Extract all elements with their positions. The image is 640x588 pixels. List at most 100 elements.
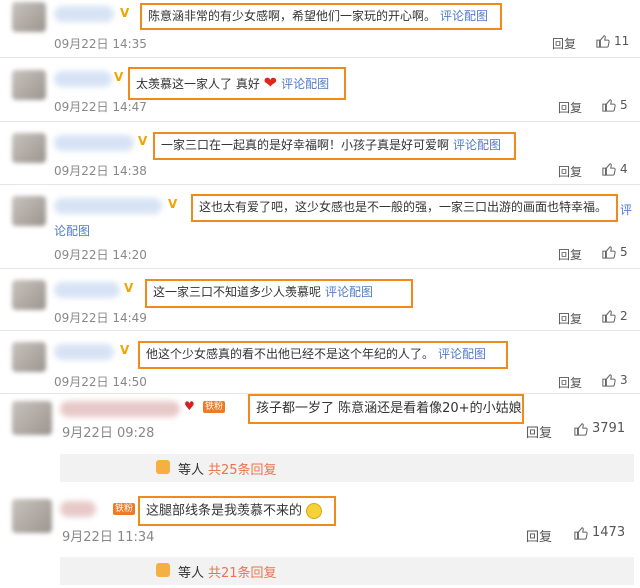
timestamp: 09月22日 14:47 — [54, 100, 147, 114]
like-button[interactable]: 5 — [602, 245, 628, 259]
like-count: 5 — [620, 98, 628, 112]
avatar[interactable] — [12, 342, 46, 372]
like-count: 2 — [620, 309, 628, 323]
reply-button[interactable]: 回复 — [558, 310, 582, 327]
comment-text-box: 这也太有爱了吧，这少女感也是不一般的强，一家三口出游的画面也特幸福。 — [191, 194, 618, 222]
comment-row: ♥ 铁粉 孩子都一岁了 陈意涵还是看着像20+的小姑娘 9月22日 09:28 … — [0, 393, 640, 493]
like-count: 11 — [614, 34, 630, 48]
red-heart-badge-icon: ♥ — [184, 399, 195, 413]
username[interactable] — [54, 135, 134, 151]
comment-row: V 他这个少女感真的看不出他已经不是这个年纪的人了。 评论配图 09月22日 14… — [0, 330, 640, 394]
comment-pic-link[interactable]: 评论配图 — [453, 138, 501, 152]
like-button[interactable]: 3 — [602, 373, 628, 387]
avatar[interactable] — [12, 196, 46, 226]
timestamp: 09月22日 14:50 — [54, 375, 147, 389]
comment-row: V 一家三口在一起真的是好幸福啊！小孩子真是好可爱啊 评论配图 09月22日 14… — [0, 121, 640, 185]
username[interactable] — [54, 6, 114, 22]
comment-text: 孩子都一岁了 陈意涵还是看着像20+的小姑娘 — [256, 401, 522, 416]
thumbs-up-icon — [602, 99, 616, 112]
comment-pic-link-tail[interactable]: 评 — [620, 201, 632, 218]
like-count: 3791 — [592, 421, 626, 436]
avatar[interactable] — [12, 401, 52, 435]
timestamp: 09月22日 14:20 — [54, 248, 147, 262]
reply-button[interactable]: 回复 — [552, 35, 576, 52]
comment-pic-link[interactable]: 评论配图 — [440, 9, 488, 23]
reply-button[interactable]: 回复 — [526, 422, 552, 441]
reply-button[interactable]: 回复 — [526, 526, 552, 545]
like-button[interactable]: 2 — [602, 309, 628, 323]
sub-reply-who: 等人 — [178, 565, 205, 581]
heart-icon: ❤ — [263, 73, 278, 92]
reply-button[interactable]: 回复 — [558, 163, 582, 180]
comment-text: 一家三口在一起真的是好幸福啊！小孩子真是好可爱啊 — [161, 138, 450, 152]
thumbs-up-icon — [574, 422, 588, 436]
timestamp: 09月22日 14:49 — [54, 311, 147, 325]
comment-text: 这也太有爱了吧，这少女感也是不一般的强，一家三口出游的画面也特幸福。 — [199, 200, 608, 214]
comment-text: 太羡慕这一家人了 真好 — [136, 77, 260, 91]
fans-badge-icon — [156, 460, 170, 474]
avatar[interactable] — [12, 2, 46, 32]
like-button[interactable]: 11 — [596, 34, 629, 48]
sub-replies-summary[interactable]: 等人 共21条回复 — [60, 557, 634, 585]
comment-pic-link[interactable]: 评论配图 — [438, 347, 486, 361]
username[interactable] — [54, 71, 112, 87]
username[interactable] — [54, 198, 162, 214]
thumbs-up-icon — [574, 526, 588, 540]
comment-text-box: 这一家三口不知道多少人羡慕呢 评论配图 — [145, 279, 413, 308]
v-badge-icon: V — [114, 70, 124, 84]
comment-text-box: 一家三口在一起真的是好幸福啊！小孩子真是好可爱啊 评论配图 — [153, 132, 516, 160]
v-badge-icon: V — [168, 197, 178, 211]
like-button[interactable]: 5 — [602, 98, 628, 112]
timestamp: 09月22日 14:38 — [54, 164, 147, 178]
like-button[interactable]: 4 — [602, 162, 628, 176]
comment-text: 这腿部线条是我羡慕不来的 — [146, 503, 303, 519]
timestamp: 09月22日 14:35 — [54, 37, 147, 51]
like-button[interactable]: 1473 — [574, 525, 625, 540]
username[interactable] — [60, 401, 180, 417]
comment-row: V 太羡慕这一家人了 真好 ❤ 评论配图 09月22日 14:47 回复 5 — [0, 57, 640, 122]
v-badge-icon: V — [124, 281, 134, 295]
sub-reply-count[interactable]: 共25条回复 — [208, 459, 277, 478]
reply-button[interactable]: 回复 — [558, 99, 582, 116]
like-count: 5 — [620, 245, 628, 259]
emoji-icon — [306, 503, 323, 519]
avatar[interactable] — [12, 499, 52, 533]
fans-badge-icon — [156, 563, 170, 577]
like-count: 1473 — [592, 525, 626, 540]
fans-badge: 铁粉 — [113, 503, 136, 515]
fans-badge: 铁粉 — [203, 401, 226, 413]
comment-pic-link[interactable]: 评论配图 — [325, 285, 373, 299]
comment-text: 陈意涵非常的有少女感啊，希望他们一家玩的开心啊。 — [148, 9, 437, 23]
like-count: 4 — [620, 162, 628, 176]
thumbs-up-icon — [602, 246, 616, 259]
comment-text: 他这个少女感真的看不出他已经不是这个年纪的人了。 — [146, 347, 435, 361]
sub-replies-summary[interactable]: 等人 共25条回复 — [60, 454, 634, 482]
username[interactable] — [60, 501, 96, 517]
reply-button[interactable]: 回复 — [558, 374, 582, 391]
v-badge-icon: V — [138, 134, 148, 148]
timestamp: 9月22日 11:34 — [62, 530, 155, 545]
comment-text-box: 孩子都一岁了 陈意涵还是看着像20+的小姑娘 — [248, 394, 524, 424]
avatar[interactable] — [12, 280, 46, 310]
thumbs-up-icon — [602, 163, 616, 176]
v-badge-icon: V — [120, 343, 130, 357]
sub-reply-count[interactable]: 共21条回复 — [208, 562, 277, 581]
v-badge-icon: V — [120, 6, 130, 20]
comment-text-box: 这腿部线条是我羡慕不来的 — [138, 496, 336, 526]
avatar[interactable] — [12, 133, 46, 163]
username[interactable] — [54, 344, 114, 360]
comment-pic-link[interactable]: 论配图 — [54, 222, 90, 239]
comment-pic-link[interactable]: 评论配图 — [281, 77, 329, 91]
comment-text: 这一家三口不知道多少人羡慕呢 — [153, 285, 322, 299]
sub-reply-who: 等人 — [178, 462, 205, 478]
comment-text-box: 陈意涵非常的有少女感啊，希望他们一家玩的开心啊。 评论配图 — [140, 3, 502, 30]
thumbs-up-icon — [596, 35, 610, 48]
reply-button[interactable]: 回复 — [558, 246, 582, 263]
thumbs-up-icon — [602, 374, 616, 387]
username[interactable] — [54, 282, 120, 298]
like-button[interactable]: 3791 — [574, 421, 625, 436]
like-count: 3 — [620, 373, 628, 387]
comment-row: V 这一家三口不知道多少人羡慕呢 评论配图 09月22日 14:49 回复 2 — [0, 268, 640, 331]
avatar[interactable] — [12, 70, 46, 100]
thumbs-up-icon — [602, 310, 616, 323]
